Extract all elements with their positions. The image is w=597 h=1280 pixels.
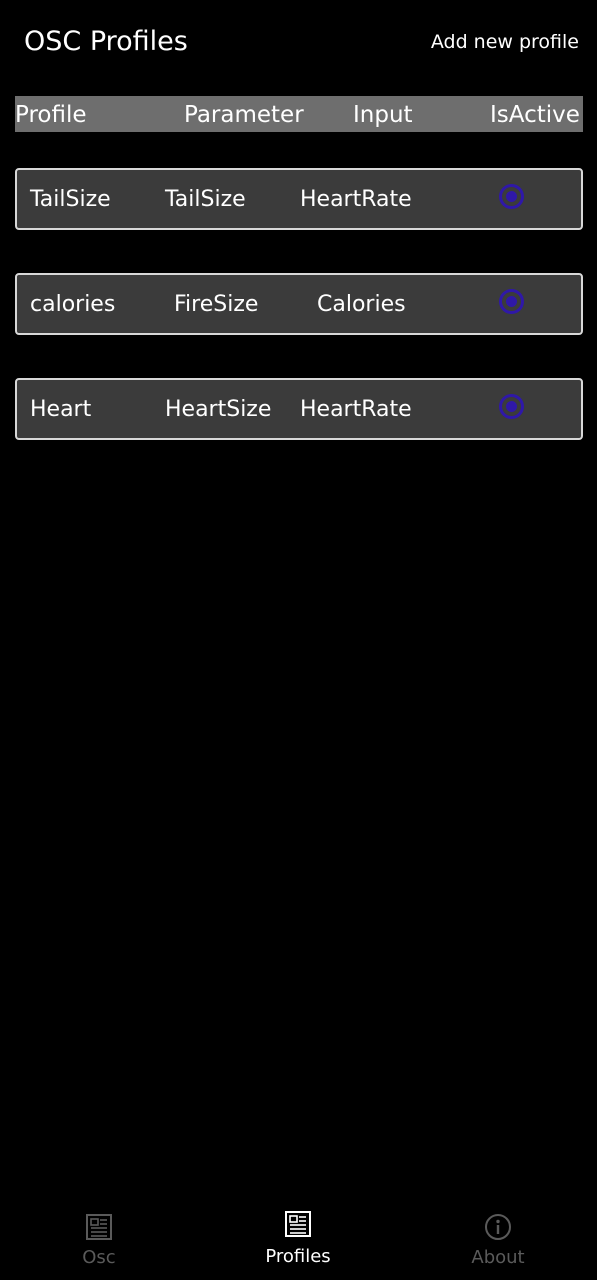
active-radio[interactable]: [499, 184, 524, 209]
newspaper-icon: [86, 1214, 112, 1240]
nav-osc[interactable]: Osc: [19, 1200, 179, 1280]
active-radio[interactable]: [499, 394, 524, 419]
profile-parameter: HeartSize: [165, 397, 272, 422]
nav-label-osc: Osc: [82, 1247, 116, 1268]
profile-row[interactable]: calories FireSize Calories: [15, 273, 583, 335]
profile-row[interactable]: Heart HeartSize HeartRate: [15, 378, 583, 440]
column-header-parameter: Parameter: [184, 102, 304, 128]
nav-about[interactable]: About: [418, 1200, 578, 1280]
profile-name: calories: [30, 292, 116, 317]
profile-name: Heart: [30, 397, 92, 422]
profile-parameter: TailSize: [165, 187, 246, 212]
column-header-isactive: IsActive: [490, 102, 580, 128]
profile-input: HeartRate: [300, 397, 412, 422]
active-radio[interactable]: [499, 289, 524, 314]
profile-parameter: FireSize: [174, 292, 259, 317]
bottom-navigation: Osc Profiles About: [0, 1200, 597, 1280]
column-header-input: Input: [353, 102, 413, 128]
profile-row[interactable]: TailSize TailSize HeartRate: [15, 168, 583, 230]
add-profile-button[interactable]: Add new profile: [431, 28, 579, 56]
info-icon: [485, 1214, 511, 1240]
nav-label-about: About: [471, 1247, 525, 1268]
profile-input: HeartRate: [300, 187, 412, 212]
profile-input: Calories: [317, 292, 406, 317]
column-header-profile: Profile: [15, 102, 87, 128]
newspaper-icon: [285, 1211, 311, 1237]
profile-name: TailSize: [30, 187, 111, 212]
table-header: Profile Parameter Input IsActive: [15, 96, 583, 132]
nav-label-profiles: Profiles: [265, 1246, 331, 1267]
nav-profiles[interactable]: Profiles: [218, 1200, 378, 1280]
page-title: OSC Profiles: [24, 26, 188, 57]
